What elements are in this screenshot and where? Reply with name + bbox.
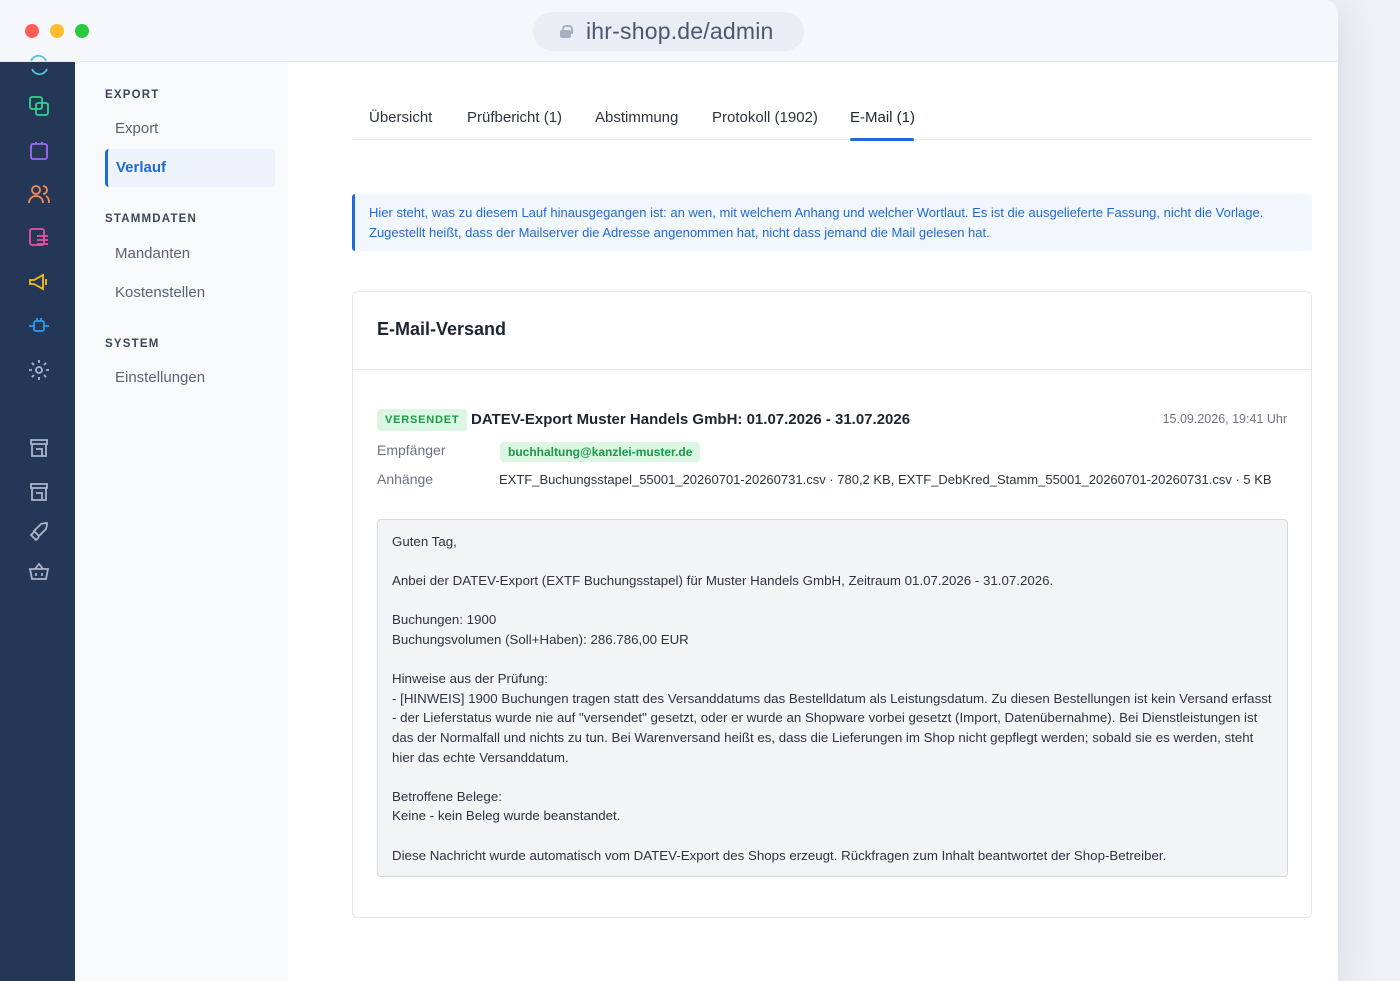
active-tab-indicator: [850, 138, 914, 141]
plugin-icon[interactable]: [26, 313, 52, 339]
main-content: Übersicht Prüfbericht (1) Abstimmung Pro…: [288, 62, 1338, 981]
titlebar: ihr-shop.de/admin: [0, 0, 1338, 62]
minimize-window-button[interactable]: [50, 24, 64, 38]
attachments-list: EXTF_Buchungsstapel_55001_20260701-20260…: [499, 472, 1272, 487]
rocket-icon[interactable]: [26, 519, 52, 545]
recipient-address: buchhaltung@kanzlei-muster.de: [500, 442, 701, 462]
tab-uebersicht[interactable]: Übersicht: [369, 109, 432, 126]
tab-abstimmung[interactable]: Abstimmung: [595, 109, 678, 126]
basket-icon[interactable]: [26, 559, 52, 585]
section-heading-export: EXPORT: [105, 89, 160, 101]
section-heading-system: SYSTEM: [105, 338, 160, 350]
recipient-label: Empfänger: [377, 442, 446, 458]
users-icon[interactable]: [26, 181, 52, 207]
mail-bookings: Buchungen: 1900: [392, 612, 497, 628]
card-title: E-Mail-Versand: [353, 292, 1311, 370]
tab-pruefbericht[interactable]: Prüfbericht (1): [467, 109, 562, 126]
copy-icon[interactable]: [26, 93, 52, 119]
attachments-label: Anhänge: [377, 471, 434, 487]
tab-email[interactable]: E-Mail (1): [850, 109, 915, 126]
lock-icon: [560, 25, 573, 38]
mail-greeting: Guten Tag,: [392, 534, 457, 549]
section-heading-stammdaten: STAMMDATEN: [105, 213, 198, 225]
browser-window: ihr-shop.de/admin EXPORT Export Verlauf …: [0, 0, 1338, 981]
tab-bar: Übersicht Prüfbericht (1) Abstimmung Pro…: [352, 98, 1312, 141]
shopping-bag-icon[interactable]: [26, 137, 52, 163]
refresh-icon[interactable]: [26, 52, 52, 78]
icon-rail: [0, 54, 75, 981]
store-icon[interactable]: [26, 435, 52, 461]
mail-affected-title: Betroffene Belege:: [392, 788, 502, 804]
mail-body: Guten Tag, Anbei der DATEV-Export (EXTF …: [377, 519, 1288, 877]
maximize-window-button[interactable]: [75, 24, 89, 38]
mail-footer: Diese Nachricht wurde automatisch vom DA…: [392, 847, 1167, 863]
nav-item-verlauf[interactable]: Verlauf: [105, 149, 275, 187]
nav-item-einstellungen[interactable]: Einstellungen: [105, 359, 275, 397]
nav-item-export[interactable]: Export: [105, 110, 275, 148]
mail-affected: Keine - kein Beleg wurde beanstandet.: [392, 808, 621, 824]
tab-protokoll[interactable]: Protokoll (1902): [712, 109, 818, 126]
address-bar[interactable]: ihr-shop.de/admin: [533, 12, 804, 51]
gear-icon[interactable]: [26, 357, 52, 383]
mail-hint: - [HINWEIS] 1900 Buchungen tragen statt …: [392, 690, 1272, 765]
sub-navigation: EXPORT Export Verlauf STAMMDATEN Mandant…: [75, 62, 288, 981]
mail-intro: Anbei der DATEV-Export (EXTF Buchungssta…: [392, 573, 1054, 589]
close-window-button[interactable]: [25, 24, 39, 38]
url-text: ihr-shop.de/admin: [586, 18, 774, 44]
email-card: E-Mail-Versand VERSENDET DATEV-Export Mu…: [352, 291, 1312, 918]
info-callout: Hier steht, was zu diesem Lauf hinausgeg…: [352, 194, 1312, 251]
mail-subject: DATEV-Export Muster Handels GmbH: 01.07.…: [471, 411, 911, 428]
nav-item-kostenstellen[interactable]: Kostenstellen: [105, 274, 275, 312]
nav-item-mandanten[interactable]: Mandanten: [105, 235, 275, 273]
status-badge: VERSENDET: [377, 409, 468, 431]
store-icon[interactable]: [26, 479, 52, 505]
mail-hints-title: Hinweise aus der Prüfung:: [392, 671, 548, 687]
megaphone-icon[interactable]: [26, 269, 52, 295]
list-icon[interactable]: [26, 225, 52, 251]
mail-timestamp: 15.09.2026, 19:41 Uhr: [1162, 412, 1287, 426]
mail-volume: Buchungsvolumen (Soll+Haben): 286.786,00…: [392, 631, 689, 647]
